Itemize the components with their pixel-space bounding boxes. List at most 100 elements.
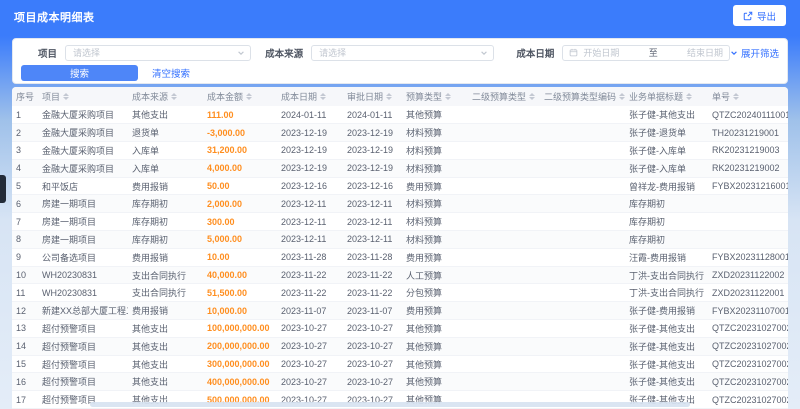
table-cell: WH20230831 xyxy=(42,270,98,281)
cost-source-select[interactable]: 请选择 xyxy=(311,44,495,61)
table-cell: 2023-11-28 xyxy=(347,252,393,263)
table-cell: 15 xyxy=(16,359,27,370)
sort-icon[interactable] xyxy=(529,93,536,100)
table-cell: 其他支出 xyxy=(132,341,169,352)
column-header[interactable]: 单号 xyxy=(708,87,788,106)
column-header[interactable]: 项目 xyxy=(38,87,128,106)
table-cell: ZXD20231122001 xyxy=(712,287,785,298)
column-header-label: 二级预算类型 xyxy=(472,92,527,102)
table-cell: 其他预算 xyxy=(406,110,443,121)
column-header-label: 审批日期 xyxy=(347,92,384,102)
cost-amount-cell: -3,000.00 xyxy=(207,127,246,138)
table-cell xyxy=(540,159,625,177)
column-header-label: 成本金额 xyxy=(207,92,244,102)
table-cell: 2023-10-27 xyxy=(347,341,394,352)
table-cell: 8 xyxy=(16,234,22,245)
table-cell: 2023-12-11 xyxy=(281,198,327,209)
cost-amount-cell: 5,000.00 xyxy=(207,234,243,245)
column-header[interactable]: 成本来源 xyxy=(128,87,203,106)
sort-icon[interactable] xyxy=(733,93,740,100)
table-cell: 2023-10-27 xyxy=(281,376,328,387)
table-cell: 支出合同执行 xyxy=(132,288,187,299)
table-cell: 2024-01-11 xyxy=(347,109,393,120)
cost-amount-cell: 51,500.00 xyxy=(207,287,248,298)
table-cell: 9 xyxy=(16,252,22,263)
table-cell: 2024-01-11 xyxy=(281,109,327,120)
column-header-label: 单号 xyxy=(712,92,731,102)
table-cell: 2023-11-07 xyxy=(281,305,327,316)
sort-icon[interactable] xyxy=(445,93,452,100)
column-header-label: 二级预算类型编码 xyxy=(544,92,617,102)
cost-date-filter-label: 成本日期 xyxy=(516,48,555,60)
export-button[interactable]: 导出 xyxy=(732,5,786,26)
column-header[interactable]: 二级预算类型 xyxy=(468,87,540,106)
table-cell: 其他预算 xyxy=(406,323,443,334)
table-cell: 超付预警项目 xyxy=(42,377,97,388)
table-row: 8 房建一期项目 库存期初 5,000.00 2023-12-11 2023-12-11 材… xyxy=(12,230,788,249)
table-cell: QTZC20240111001 xyxy=(712,109,788,120)
project-filter-label: 项目 xyxy=(38,48,58,60)
table-cell xyxy=(540,142,625,160)
project-select[interactable]: 请选择 xyxy=(65,44,252,61)
cost-amount-cell: 4,000.00 xyxy=(207,163,243,174)
table-cell: 10 xyxy=(16,270,27,281)
column-header: 序号 xyxy=(12,87,38,106)
table-row: 15 超付预警项目 其他支出 300,000,000.00 2023-10-27 2023… xyxy=(12,355,788,373)
table-cell: 丁洪-支出合同执行 xyxy=(629,288,704,299)
table-cell: 2023-12-11 xyxy=(281,234,327,245)
column-header[interactable]: 二级预算类型编码 xyxy=(540,87,625,106)
table-cell: 库存期初 xyxy=(629,199,666,210)
cost-amount-cell: 100,000,000.00 xyxy=(207,323,270,334)
table-cell: 材料预算 xyxy=(406,128,443,139)
table-cell: 张子健-费用报销 xyxy=(629,306,695,317)
column-header[interactable]: 审批日期 xyxy=(343,87,402,106)
table-cell: 入库单 xyxy=(132,145,160,156)
sort-icon[interactable] xyxy=(246,93,253,100)
table-cell: 库存期初 xyxy=(629,217,666,228)
table-cell: 2023-12-19 xyxy=(281,163,328,174)
table-cell: 库存期初 xyxy=(132,217,169,228)
clear-search-link[interactable]: 清空搜索 xyxy=(152,66,190,80)
table-cell xyxy=(708,231,788,249)
table-cell xyxy=(540,337,625,355)
column-header[interactable]: 成本日期 xyxy=(277,87,343,106)
table-cell: 房建一期项目 xyxy=(42,217,97,228)
horizontal-scrollbar[interactable] xyxy=(90,402,690,407)
table-row: 16 超付预警项目 其他支出 400,000,000.00 2023-10-27 2023… xyxy=(12,372,788,391)
table-cell: FYBX20231128001 xyxy=(712,252,788,263)
sort-icon[interactable] xyxy=(686,93,693,100)
cost-amount-cell: 31,200.00 xyxy=(207,145,248,156)
column-header[interactable]: 预算类型 xyxy=(402,87,468,106)
sort-icon[interactable] xyxy=(386,93,393,100)
table-cell: 2023-11-07 xyxy=(347,305,393,316)
table-cell: RK20231219002 xyxy=(712,163,780,174)
sort-icon[interactable] xyxy=(320,93,327,100)
end-date-input[interactable]: 结束日期 xyxy=(663,46,723,59)
expand-filters-link[interactable]: 展开筛选 xyxy=(730,46,779,60)
cost-date-range-picker[interactable]: 开始日期 至 结束日期 xyxy=(562,44,730,61)
sort-icon[interactable] xyxy=(619,93,625,100)
expand-filters-label: 展开筛选 xyxy=(740,48,779,60)
top-bar: 项目成本明细表 导出 xyxy=(0,0,800,32)
cost-amount-cell: 300.00 xyxy=(207,216,235,227)
start-date-input[interactable]: 开始日期 xyxy=(583,46,643,59)
table-cell: 16 xyxy=(16,376,27,387)
chevron-down-icon xyxy=(480,49,488,57)
table-cell xyxy=(540,373,625,391)
table-cell: 金融大厦采购项目 xyxy=(42,163,115,174)
chevron-down-icon xyxy=(237,49,245,57)
table-cell: 金融大厦采购项目 xyxy=(42,110,115,121)
column-header[interactable]: 业务单据标题 xyxy=(625,87,708,106)
cost-detail-table-card: 序号 项目 成本来源 成本金额 成本日期 审批日期 预算类型 二级预算类型 二级预算类型编码 业务… xyxy=(12,87,788,409)
sort-icon[interactable] xyxy=(171,93,178,100)
search-button[interactable]: 搜索 xyxy=(21,65,138,81)
cost-amount-cell: 10,000.00 xyxy=(207,305,248,316)
table-cell: ZXD20231122002 xyxy=(712,270,785,281)
table-cell: 12 xyxy=(16,305,27,316)
table-cell: 费用预算 xyxy=(406,181,443,192)
drawer-handle[interactable] xyxy=(0,175,6,203)
table-cell: 张子健-其他支出 xyxy=(629,323,695,334)
column-header[interactable]: 成本金额 xyxy=(203,87,277,106)
table-row: 12 新建XX总部大厦工程二期费用报销 10,000.00 2023-11-07 202… xyxy=(12,301,788,320)
sort-icon[interactable] xyxy=(63,93,70,100)
